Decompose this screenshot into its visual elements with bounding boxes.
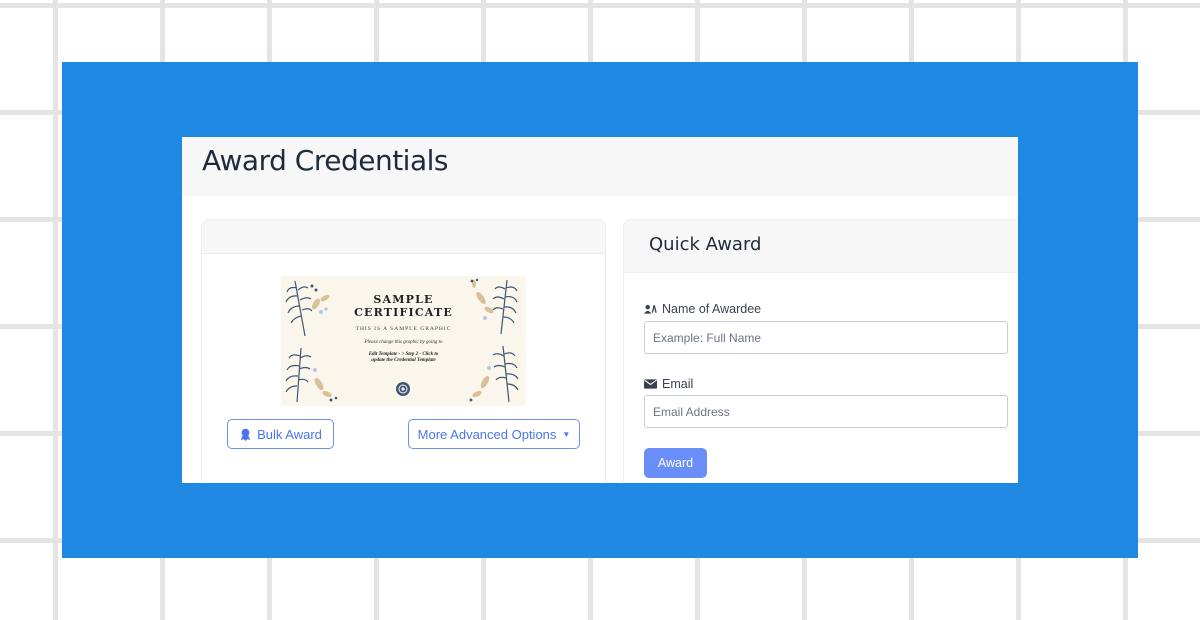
caret-down-icon: ▼: [562, 429, 571, 439]
bulk-award-label: Bulk Award: [257, 426, 322, 442]
email-input[interactable]: [644, 395, 1008, 428]
envelope-icon: [644, 379, 657, 389]
awardee-name-input[interactable]: [644, 321, 1008, 354]
email-field-label: Email: [644, 377, 693, 391]
certificate-instruction-bold-2: update the Credential Template: [371, 358, 436, 363]
app-window: Award Credentials SAMPLE CERTIFICATE THI…: [182, 137, 1018, 483]
certificate-card: SAMPLE CERTIFICATE THIS IS A SAMPLE GRAP…: [201, 219, 606, 483]
certificate-subtitle: THIS IS A SAMPLE GRAPHIC: [355, 326, 452, 332]
quick-award-title: Quick Award: [649, 234, 762, 255]
more-options-label: More Advanced Options: [417, 426, 557, 442]
certificate-instruction: Please change this graphic by going to: [364, 340, 443, 345]
certificate-title-line2: CERTIFICATE: [354, 306, 453, 319]
email-label-text: Email: [662, 377, 694, 391]
certificate-card-header: [202, 220, 605, 254]
person-signature-icon: [644, 303, 657, 315]
page-title: Award Credentials: [202, 144, 448, 177]
certificate-preview: SAMPLE CERTIFICATE THIS IS A SAMPLE GRAP…: [281, 276, 526, 406]
name-label-text: Name of Awardee: [662, 302, 762, 316]
certificate-title-line1: SAMPLE: [373, 293, 434, 306]
award-ribbon-icon: [239, 428, 252, 441]
name-field-label: Name of Awardee: [644, 302, 761, 316]
quick-award-card: Quick Award Name of Awardee Email: [623, 219, 1018, 483]
more-advanced-options-dropdown[interactable]: More Advanced Options ▼: [408, 419, 580, 449]
page-header: Award Credentials: [182, 137, 1018, 196]
bulk-award-button[interactable]: Bulk Award: [227, 419, 334, 449]
award-button[interactable]: Award: [644, 448, 707, 478]
